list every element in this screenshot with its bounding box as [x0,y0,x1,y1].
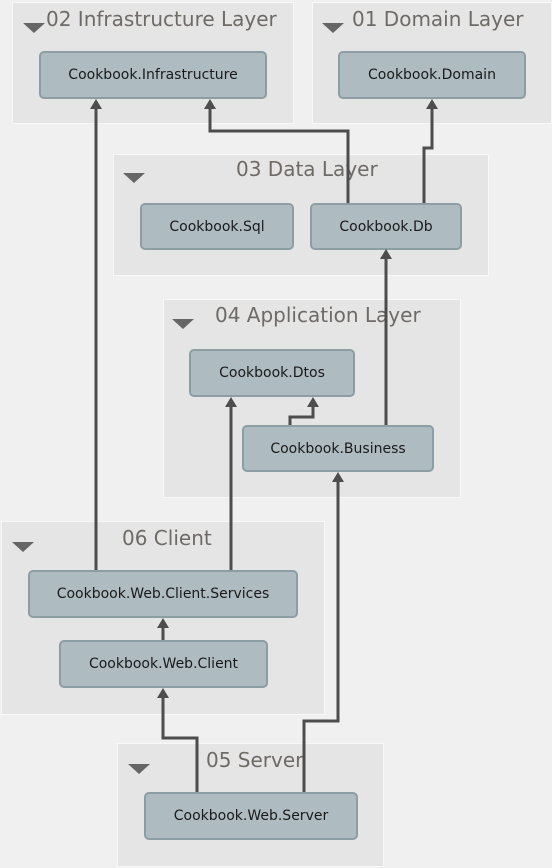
node-cookbook-web-server[interactable]: Cookbook.Web.Server [144,792,358,840]
node-cookbook-web-client-services[interactable]: Cookbook.Web.Client.Services [28,570,298,618]
group-title: 03 Data Layer [236,157,378,181]
node-cookbook-db[interactable]: Cookbook.Db [310,203,462,250]
group-title: 06 Client [122,526,212,550]
group-title: 05 Server [206,748,304,772]
collapse-toggle-icon[interactable] [123,173,145,183]
group-title: 02 Infrastructure Layer [46,7,277,31]
node-cookbook-infrastructure[interactable]: Cookbook.Infrastructure [39,51,267,99]
node-cookbook-domain[interactable]: Cookbook.Domain [338,51,526,99]
node-cookbook-sql[interactable]: Cookbook.Sql [140,203,294,250]
collapse-toggle-icon[interactable] [172,319,194,329]
node-cookbook-dtos[interactable]: Cookbook.Dtos [189,349,355,397]
group-title: 01 Domain Layer [352,7,524,31]
collapse-toggle-icon[interactable] [12,542,34,552]
node-cookbook-web-client[interactable]: Cookbook.Web.Client [59,640,268,688]
collapse-toggle-icon[interactable] [23,23,45,33]
collapse-toggle-icon[interactable] [322,23,344,33]
node-cookbook-business[interactable]: Cookbook.Business [242,425,434,472]
collapse-toggle-icon[interactable] [128,764,150,774]
group-title: 04 Application Layer [215,303,421,327]
